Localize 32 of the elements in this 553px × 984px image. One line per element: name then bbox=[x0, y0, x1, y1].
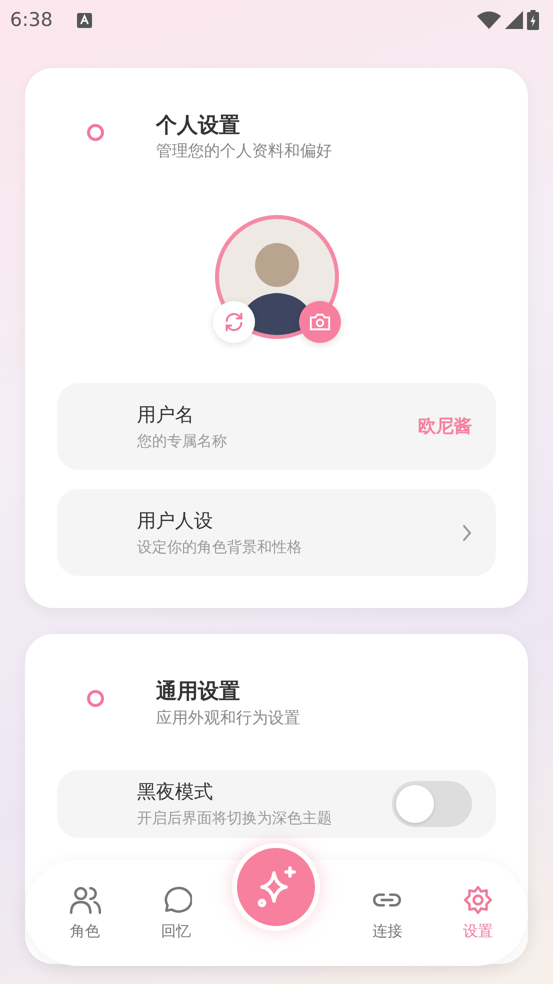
ring-icon bbox=[87, 124, 104, 141]
ring-icon bbox=[87, 690, 104, 708]
refresh-button[interactable] bbox=[212, 301, 254, 344]
refresh-icon bbox=[222, 311, 244, 334]
nav-tab[interactable]: 连接 bbox=[357, 884, 418, 942]
signal-icon bbox=[505, 11, 523, 29]
battery-icon bbox=[527, 10, 539, 30]
settings-icon bbox=[462, 884, 494, 916]
section-subtitle: 应用外观和行为设置 bbox=[156, 706, 300, 729]
keyboard-notification-icon bbox=[76, 12, 92, 28]
section-title: 个人设置 bbox=[156, 112, 241, 139]
settings-row[interactable]: 用户名 您的专属名称 欧尼酱 bbox=[57, 383, 496, 470]
settings-row[interactable]: 黑夜模式 开启后界面将切换为深色主题 bbox=[57, 770, 496, 838]
chevron-right-icon bbox=[462, 524, 472, 542]
nav-tab[interactable]: 回忆 bbox=[146, 884, 206, 942]
row-value: 欧尼酱 bbox=[418, 415, 472, 440]
row-description: 您的专属名称 bbox=[137, 430, 227, 452]
settings-row[interactable]: 用户人设 设定你的角色背景和性格 bbox=[57, 489, 496, 576]
row-description: 设定你的角色背景和性格 bbox=[137, 536, 302, 558]
row-label: 黑夜模式 bbox=[137, 780, 214, 806]
camera-icon bbox=[308, 312, 330, 332]
row-description: 开启后界面将切换为深色主题 bbox=[137, 808, 332, 829]
camera-button[interactable] bbox=[298, 301, 340, 344]
wifi-icon bbox=[477, 11, 501, 29]
nav-tab[interactable]: 设置 bbox=[448, 884, 508, 942]
section-subtitle: 管理您的个人资料和偏好 bbox=[156, 140, 332, 162]
section-title: 通用设置 bbox=[156, 678, 241, 706]
toggle-switch[interactable] bbox=[392, 780, 472, 827]
row-label: 用户名 bbox=[137, 403, 195, 428]
row-label: 用户人设 bbox=[137, 509, 214, 534]
status-time: 6:38 bbox=[10, 8, 53, 33]
nav-tab[interactable]: 角色 bbox=[55, 884, 115, 942]
